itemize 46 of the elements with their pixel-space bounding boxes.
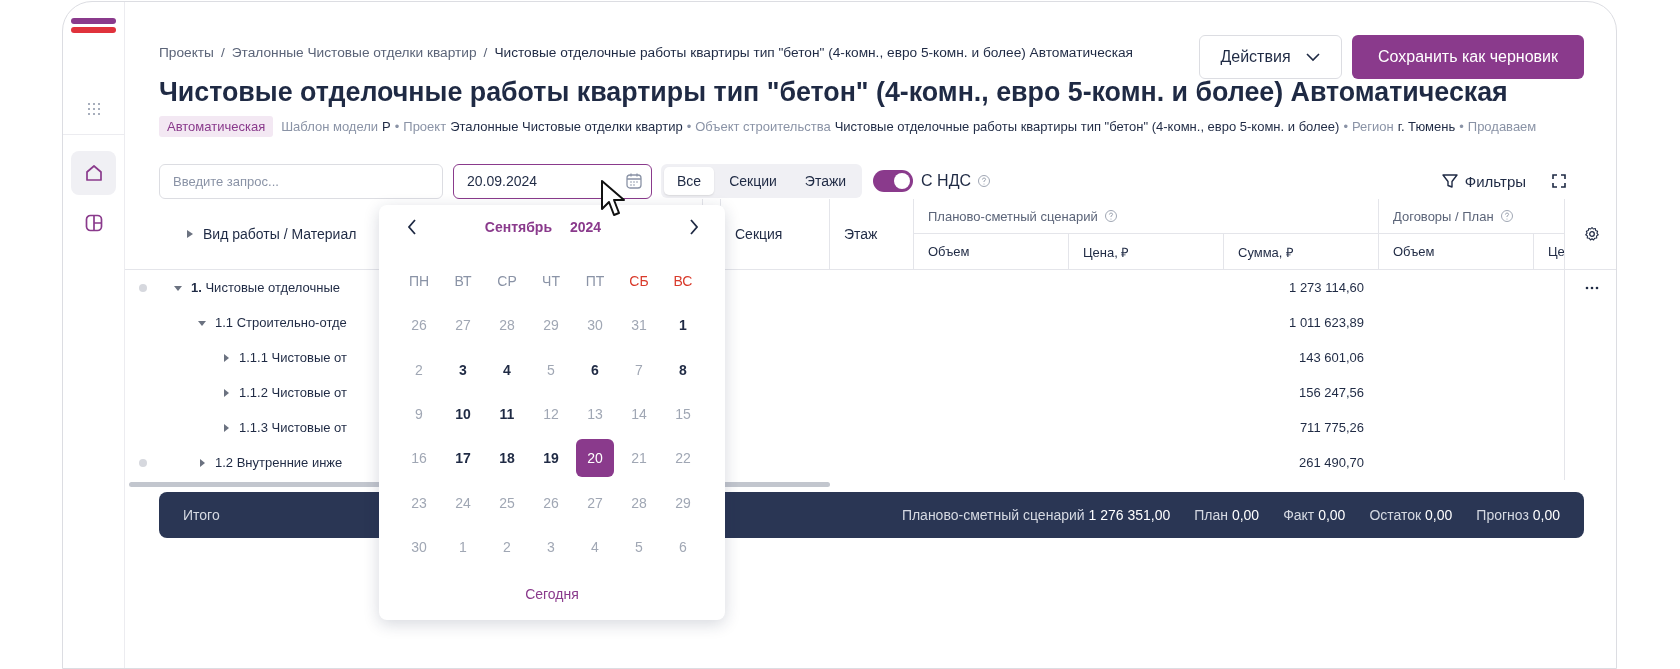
weekday-label: ЧТ bbox=[541, 272, 561, 292]
row-label: 1.1.1 Чистовые от bbox=[239, 350, 347, 365]
status-badge: Автоматическая bbox=[159, 116, 274, 137]
row-label: 1. Чистовые отделочные bbox=[191, 280, 341, 295]
column-group-label: Договоры / План bbox=[1393, 208, 1494, 224]
total-item: Прогноз 0,00 bbox=[1476, 507, 1560, 523]
table-cell-text: 1 273 114,60 bbox=[1288, 279, 1365, 297]
meta-value: Чистовые отделочные работы квартиры тип "бетон" (4-комн., евро 5-комн. и более) bbox=[834, 119, 1340, 134]
weekday-label: СБ bbox=[628, 272, 650, 292]
weekday-label: ПН bbox=[407, 272, 431, 292]
weekday-label: ВС bbox=[672, 272, 694, 292]
total-item: Остаток 0,00 bbox=[1369, 507, 1453, 523]
meta-label: Продаваем bbox=[1467, 119, 1537, 134]
weekday-label: СР bbox=[496, 272, 518, 292]
row-label: 1.1.2 Чистовые от bbox=[239, 385, 347, 400]
table-cell-text: 156 247,56 bbox=[1297, 384, 1365, 402]
row-label: 1.1.3 Чистовые от bbox=[239, 420, 347, 435]
meta-label: Регион bbox=[1352, 119, 1394, 134]
weekday-label: ПТ bbox=[584, 272, 606, 292]
meta-label: Шаблон модели bbox=[281, 119, 379, 134]
weekday-label: ВТ bbox=[453, 272, 473, 292]
column-header-label: Вид работы / Материал bbox=[203, 226, 357, 242]
bullet-separator: • bbox=[1343, 119, 1348, 134]
table-cell-text: 143 601,06 bbox=[1297, 349, 1365, 367]
meta-value: г. Тюмень bbox=[1397, 119, 1456, 134]
total-item: Планово-сметный сценарий 1 276 351,00 bbox=[901, 507, 1171, 523]
table-cell-text: 711 775,26 bbox=[1298, 419, 1365, 437]
breadcrumb-separator: / bbox=[483, 45, 488, 60]
meta-label: Проект bbox=[403, 119, 447, 134]
totals-label: Итого bbox=[183, 507, 220, 523]
table-cell-text: 1 011 623,89 bbox=[1288, 314, 1365, 332]
row-label: 1.1 Строительно-отде bbox=[215, 315, 347, 330]
bullet-separator: • bbox=[1459, 119, 1464, 134]
bullet-separator: • bbox=[686, 119, 692, 134]
page-title: Чистовые отделочные работы квартиры тип "бетон" (4-комн., евро 5-комн. и более) Автоматическая bbox=[159, 77, 1509, 108]
row-label: 1.2 Внутренние инже bbox=[215, 455, 343, 470]
meta-value: Р bbox=[382, 119, 391, 134]
breadcrumb-separator: / bbox=[220, 45, 225, 60]
total-item: План 0,00 bbox=[1194, 507, 1260, 523]
table-cell-text: 261 490,70 bbox=[1297, 454, 1365, 472]
meta-label: Объект строительства bbox=[695, 119, 831, 134]
total-item: Факт 0,00 bbox=[1283, 507, 1346, 523]
column-group-label: Планово-сметный сценарий bbox=[928, 208, 1098, 224]
meta-value: Эталонные Чистовые отделки квартир bbox=[450, 119, 683, 134]
vat-label: С НДС bbox=[921, 172, 972, 190]
bullet-separator: • bbox=[394, 119, 400, 134]
